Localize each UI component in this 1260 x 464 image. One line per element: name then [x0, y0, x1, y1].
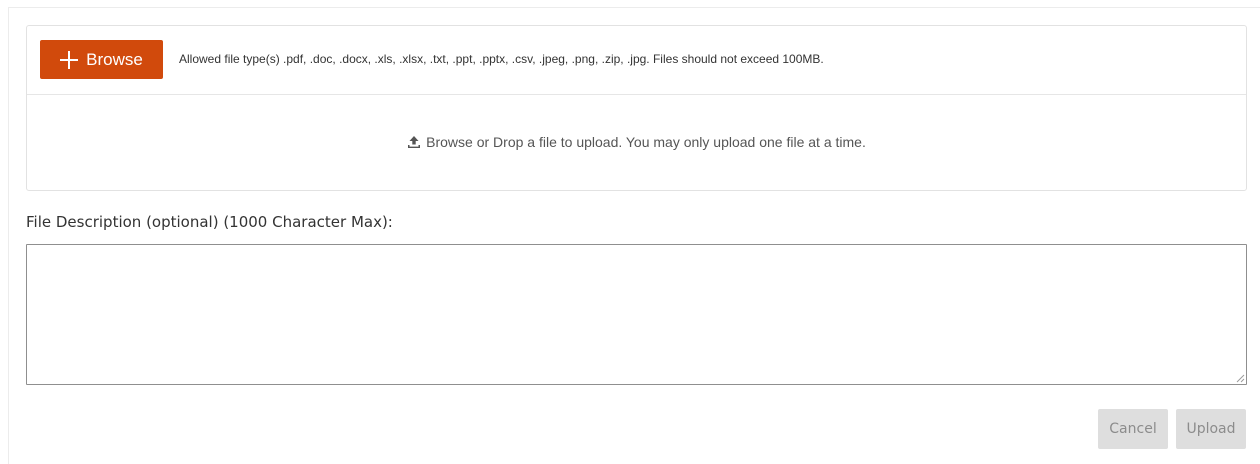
upload-icon	[408, 135, 421, 148]
browse-button-label: Browse	[86, 49, 143, 69]
cancel-button[interactable]: Cancel	[1098, 409, 1168, 449]
browse-button[interactable]: Browse	[40, 40, 163, 79]
drop-zone-message: Browse or Drop a file to upload. You may…	[407, 134, 866, 150]
file-description-textarea[interactable]	[26, 244, 1247, 385]
drop-zone[interactable]: Browse or Drop a file to upload. You may…	[27, 95, 1246, 190]
file-description-label: File Description (optional) (1000 Charac…	[26, 213, 393, 231]
drop-zone-text: Browse or Drop a file to upload. You may…	[426, 133, 866, 150]
upload-button[interactable]: Upload	[1176, 409, 1246, 449]
resize-grip-icon[interactable]	[1236, 374, 1245, 383]
allowed-file-types-text: Allowed file type(s) .pdf, .doc, .docx, …	[179, 52, 824, 66]
file-upload-box: Browse Allowed file type(s) .pdf, .doc, …	[26, 25, 1247, 191]
upload-toolbar: Browse Allowed file type(s) .pdf, .doc, …	[27, 26, 1246, 95]
plus-icon	[60, 50, 79, 69]
